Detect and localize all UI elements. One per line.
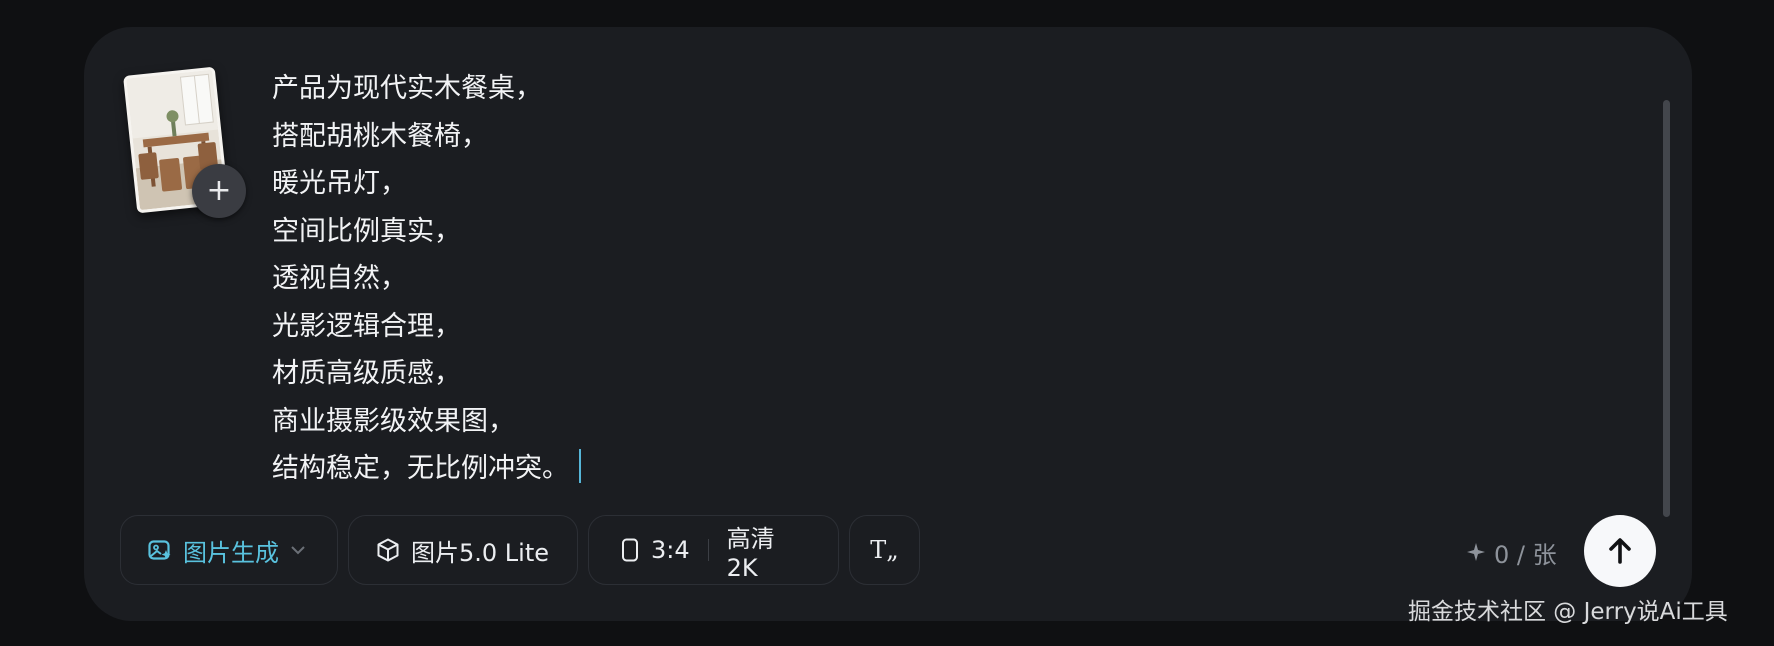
prompt-line: 暖光吊灯， (272, 168, 407, 199)
chevron-down-icon (289, 541, 307, 559)
ratio-quality-button[interactable]: 3:4 高清 2K (588, 515, 839, 585)
mode-label: 图片生成 (183, 538, 279, 567)
prompt-line: 透视自然， (272, 263, 407, 294)
prompt-panel: + 产品为现代实木餐桌， 搭配胡桃木餐椅， 暖光吊灯， 空间比例真实， 透视自然… (84, 27, 1692, 621)
prompt-line: 搭配胡桃木餐椅， (272, 120, 488, 152)
divider (707, 539, 709, 561)
arrow-up-icon (1604, 535, 1636, 567)
image-sparkle-icon (147, 537, 173, 563)
send-button[interactable] (1584, 515, 1656, 587)
text-format-button[interactable]: T„ (849, 515, 920, 585)
prompt-line-last: 结构稳定，无比例冲突。 (272, 445, 1572, 493)
toolbar: 图片生成 图片5.0 Lite 3:4 高清 2K T„ (120, 515, 920, 587)
model-select-button[interactable]: 图片5.0 Lite (348, 515, 578, 585)
prompt-line: 光影逻辑合理， (272, 310, 461, 342)
quality-label: 高清 2K (726, 524, 775, 582)
prompt-line: 材质高级质感， (272, 358, 461, 389)
credits-text: 0 / 张 (1494, 540, 1557, 569)
sparkle-icon (1466, 542, 1486, 562)
prompt-line: 商业摄影级效果图， (272, 405, 515, 437)
prompt-line: 空间比例真实， (272, 215, 461, 247)
portrait-rect-icon (619, 537, 641, 563)
prompt-scrollbar[interactable] (1663, 100, 1670, 517)
ratio-label: 3:4 (651, 536, 690, 564)
prompt-line-text: 结构稳定，无比例冲突。 (272, 453, 569, 484)
prompt-line: 产品为现代实木餐桌， (272, 73, 542, 104)
mode-dropdown-button[interactable]: 图片生成 (120, 515, 338, 585)
plus-icon: + (206, 173, 232, 208)
cube-icon (375, 537, 401, 563)
credits-counter: 0 / 张 (1466, 534, 1557, 570)
prompt-textarea[interactable]: 产品为现代实木餐桌， 搭配胡桃木餐椅， 暖光吊灯， 空间比例真实， 透视自然， … (272, 65, 1572, 493)
text-caret (579, 449, 581, 483)
add-image-button[interactable]: + (192, 164, 246, 218)
text-format-icon: T„ (870, 536, 899, 564)
watermark: 掘金技术社区 @ Jerry说Ai工具 (1408, 599, 1728, 625)
model-label: 图片5.0 Lite (411, 538, 550, 567)
